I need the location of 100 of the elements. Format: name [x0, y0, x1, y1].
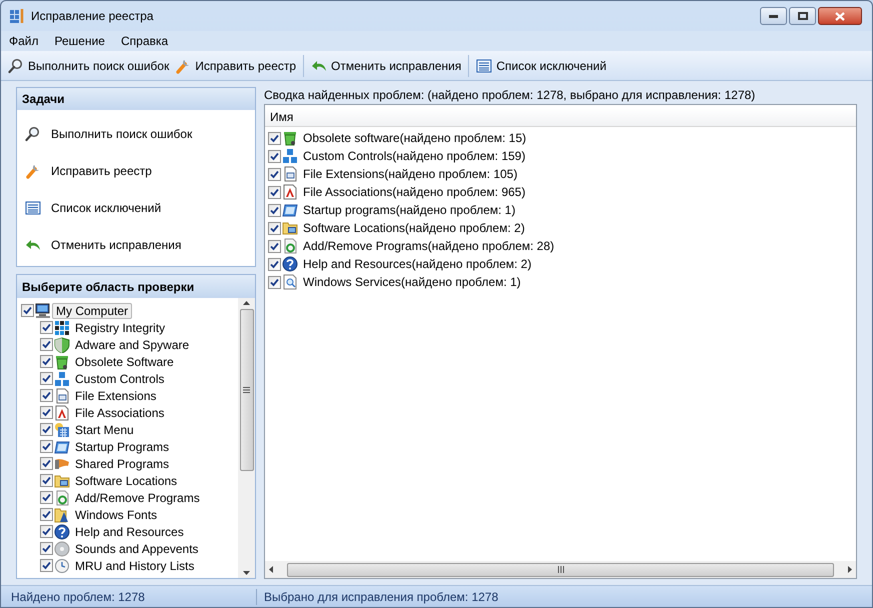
checkbox[interactable]	[40, 406, 53, 419]
scroll-left-icon[interactable]	[269, 566, 273, 573]
folder-icon	[54, 472, 70, 488]
document-icon	[54, 404, 70, 420]
checkbox[interactable]	[40, 542, 53, 555]
task-link[interactable]: Список исключений	[17, 189, 255, 226]
checkbox[interactable]	[40, 355, 53, 368]
scroll-down-icon[interactable]	[243, 571, 250, 575]
horizontal-scrollbar[interactable]	[265, 561, 856, 578]
checkbox[interactable]	[268, 204, 281, 216]
list-icon	[25, 200, 41, 216]
grid-icon	[54, 320, 70, 336]
checkbox[interactable]	[268, 168, 281, 180]
recycle-icon	[282, 238, 298, 254]
close-icon	[835, 12, 845, 20]
shield-icon	[54, 336, 70, 352]
checkbox[interactable]	[40, 372, 53, 385]
toolbar-button[interactable]: Отменить исправления	[308, 54, 464, 78]
checkbox[interactable]	[40, 491, 53, 504]
tree-item[interactable]: Custom Controls	[71, 370, 168, 386]
tree-item[interactable]: Help and Resources	[71, 524, 188, 540]
checkbox[interactable]	[40, 457, 53, 470]
menu-item[interactable]: Справка	[118, 32, 170, 50]
checkbox[interactable]	[21, 304, 34, 317]
help-icon	[282, 256, 298, 272]
checkbox[interactable]	[268, 240, 281, 252]
maximize-icon	[798, 12, 808, 20]
toolbar-button[interactable]: Исправить реестр	[172, 54, 300, 78]
panel-header: Задачи	[17, 88, 255, 110]
task-link[interactable]: Отменить исправления	[17, 226, 255, 263]
task-link[interactable]: Выполнить поиск ошибок	[17, 115, 255, 152]
tree-item[interactable]: MRU and History Lists	[71, 558, 198, 574]
result-item[interactable]: Obsolete software(найдено проблем: 15)	[299, 129, 526, 147]
scroll-up-icon[interactable]	[243, 301, 250, 305]
blocks-icon	[54, 370, 70, 386]
checkbox[interactable]	[40, 389, 53, 402]
checkbox[interactable]	[40, 559, 53, 572]
checkbox[interactable]	[40, 321, 53, 334]
tree-item[interactable]: Registry Integrity	[71, 320, 170, 336]
search-icon	[8, 58, 24, 74]
toolbar-button[interactable]: Список исключений	[473, 54, 610, 78]
clock-icon	[54, 558, 70, 574]
window-icon	[54, 438, 70, 454]
checkbox[interactable]	[40, 508, 53, 521]
tree-item[interactable]: Windows Fonts	[71, 506, 162, 522]
tree-item[interactable]: My Computer	[52, 302, 132, 318]
result-item[interactable]: Help and Resources(найдено проблем: 2)	[299, 255, 532, 273]
checkbox[interactable]	[268, 132, 281, 144]
tree-item[interactable]: Software Locations	[71, 472, 182, 488]
grip-icon	[243, 387, 250, 393]
grip-icon	[558, 566, 564, 573]
task-link[interactable]: Исправить реестр	[17, 152, 255, 189]
tree-item[interactable]: File Associations	[71, 404, 168, 420]
document-icon	[282, 274, 298, 290]
list-icon	[476, 58, 492, 74]
tree-item[interactable]: Obsolete Software	[71, 354, 178, 370]
toolbar-button[interactable]: Выполнить поиск ошибок	[5, 54, 172, 78]
checkbox[interactable]	[268, 276, 281, 288]
document-icon	[282, 166, 298, 182]
computer-icon	[35, 302, 51, 318]
close-button[interactable]	[818, 7, 862, 25]
result-item[interactable]: File Extensions(найдено проблем: 105)	[299, 165, 518, 183]
disc-icon	[54, 540, 70, 556]
scroll-right-icon[interactable]	[848, 566, 852, 573]
tree-item[interactable]: File Extensions	[71, 388, 160, 404]
menu-item[interactable]: Файл	[7, 32, 41, 50]
status-text: Найдено проблем: 1278	[10, 588, 146, 606]
trash-bin-icon	[282, 130, 298, 146]
checkbox[interactable]	[268, 258, 281, 270]
checkbox[interactable]	[268, 186, 281, 198]
tree-item[interactable]: Startup Programs	[71, 438, 174, 454]
checkbox[interactable]	[40, 338, 53, 351]
maximize-button[interactable]	[789, 7, 816, 25]
tree-item[interactable]: Adware and Spyware	[71, 336, 194, 352]
checkbox[interactable]	[40, 474, 53, 487]
checkbox[interactable]	[268, 222, 281, 234]
tree-item[interactable]: Start Menu	[71, 422, 138, 438]
wrench-icon	[175, 58, 192, 74]
minimize-button[interactable]	[760, 7, 787, 25]
result-item[interactable]: Add/Remove Programs(найдено проблем: 28)	[299, 237, 554, 255]
checkbox[interactable]	[40, 525, 53, 538]
menu-item[interactable]: Решение	[52, 32, 107, 50]
checkbox[interactable]	[40, 423, 53, 436]
result-item[interactable]: Windows Services(найдено проблем: 1)	[299, 273, 521, 291]
result-item[interactable]: Startup programs(найдено проблем: 1)	[299, 201, 516, 219]
document-icon	[282, 184, 298, 200]
recycle-icon	[54, 490, 70, 506]
tree-item[interactable]: Sounds and Appevents	[71, 540, 202, 556]
window-icon	[282, 202, 298, 218]
tree-item[interactable]: Add/Remove Programs	[71, 490, 204, 506]
summary-text: Сводка найденных проблем: (найдено проблем: 1278, выбрано для исправления: 1278)	[264, 87, 756, 104]
vertical-scrollbar[interactable]	[238, 298, 255, 578]
result-item[interactable]: Custom Controls(найдено проблем: 159)	[299, 147, 526, 165]
result-item[interactable]: Software Locations(найдено проблем: 2)	[299, 219, 525, 237]
minimize-icon	[769, 14, 778, 18]
checkbox[interactable]	[40, 440, 53, 453]
panel-header: Выберите область проверки	[17, 275, 255, 298]
tree-item[interactable]: Shared Programs	[71, 456, 174, 472]
checkbox[interactable]	[268, 150, 281, 162]
result-item[interactable]: File Associations(найдено проблем: 965)	[299, 183, 526, 201]
